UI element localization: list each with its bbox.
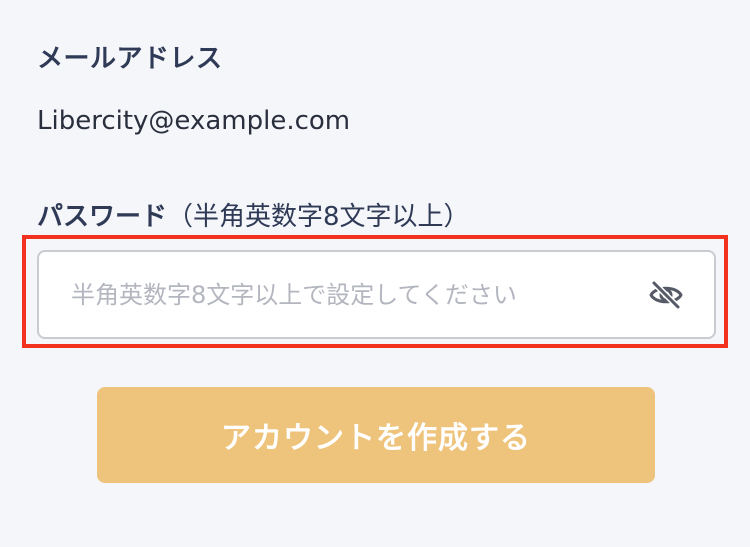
- password-label-text: パスワード: [37, 202, 168, 232]
- eye-slash-icon: [649, 279, 683, 310]
- password-requirement-note: （半角英数字8文字以上）: [167, 202, 470, 232]
- password-field: [37, 250, 716, 339]
- email-value: Libercity@example.com: [37, 106, 351, 136]
- password-visibility-toggle[interactable]: [646, 275, 686, 315]
- password-label: パスワード（半角英数字8文字以上）: [37, 196, 470, 233]
- email-label: メールアドレス: [37, 44, 223, 74]
- create-account-button[interactable]: アカウントを作成する: [97, 387, 655, 483]
- password-input[interactable]: [39, 252, 646, 337]
